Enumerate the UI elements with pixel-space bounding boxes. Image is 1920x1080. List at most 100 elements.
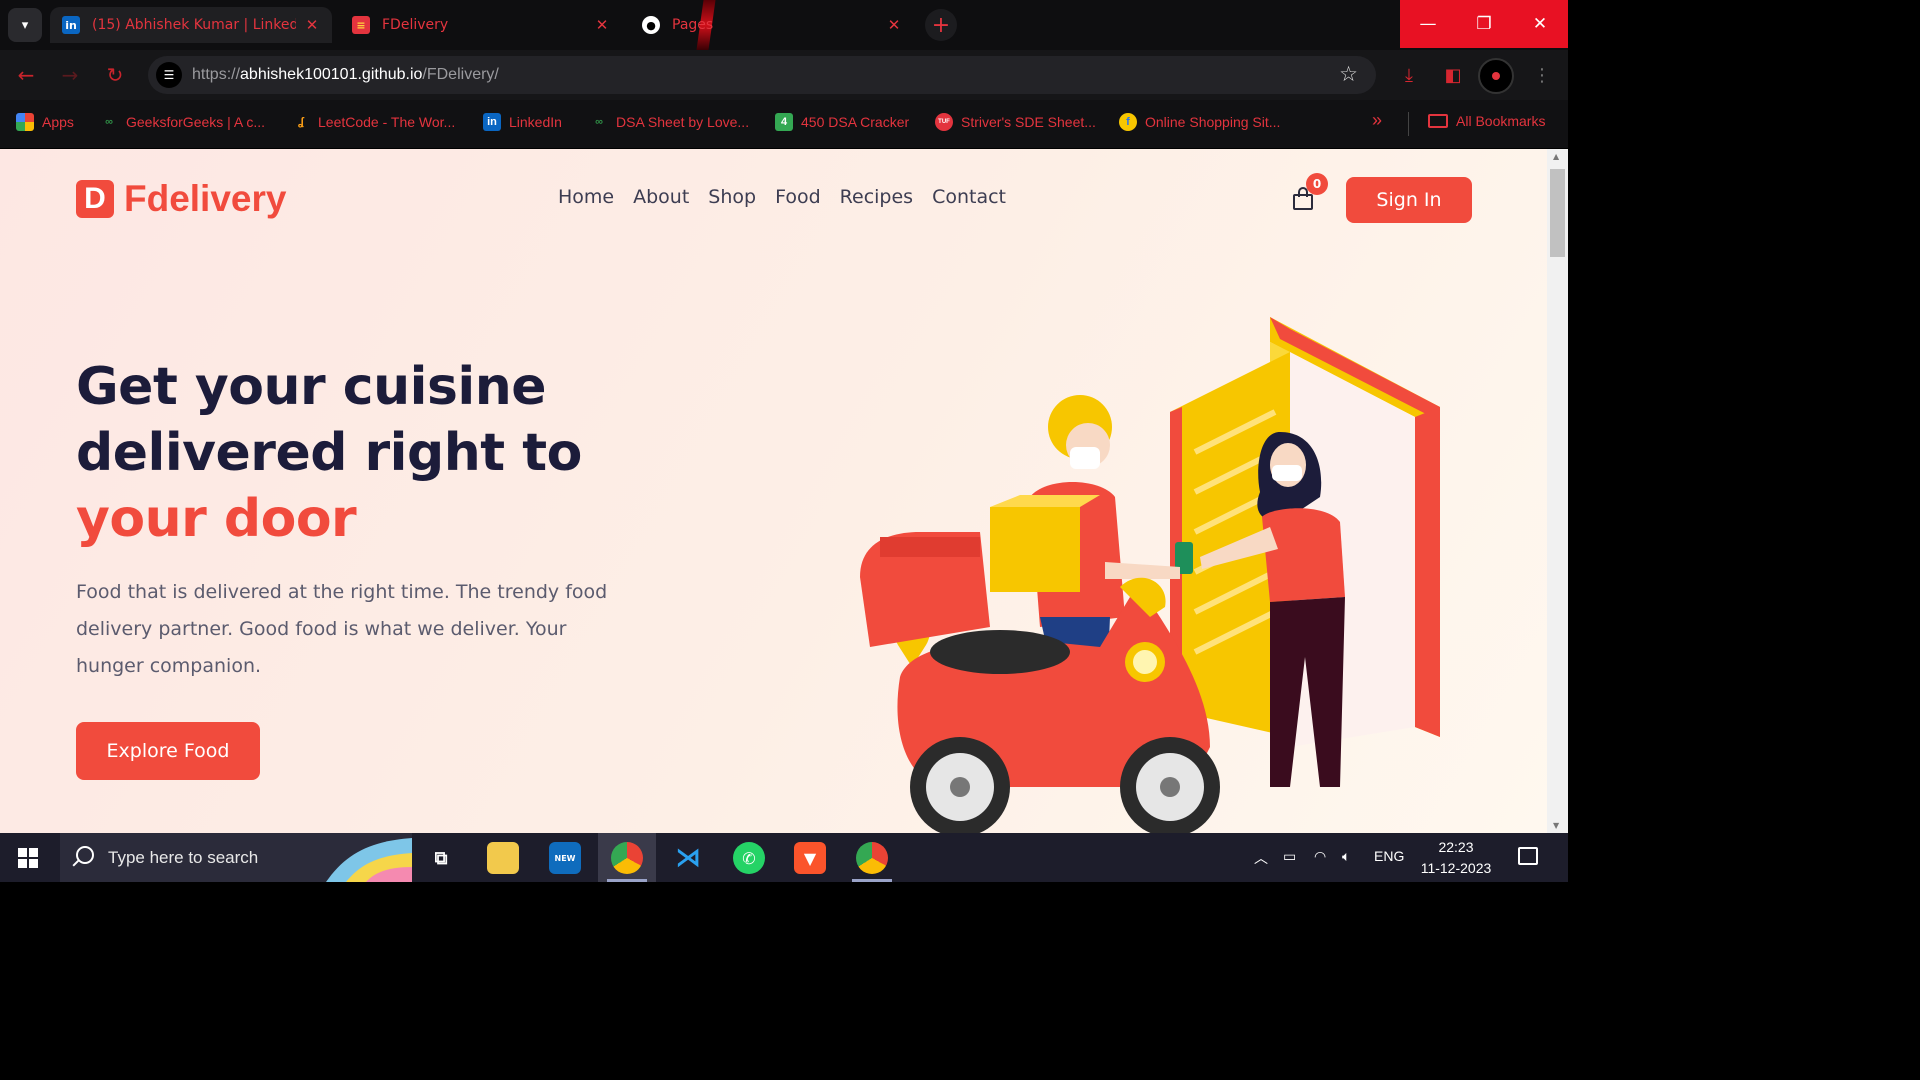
bookmark-flipkart[interactable]: f Online Shopping Sit... (1119, 113, 1280, 131)
tuf-icon: TUF (935, 113, 953, 131)
hero-description: Food that is delivered at the right time… (76, 581, 608, 677)
chrome-icon[interactable] (611, 842, 643, 874)
browser-toolbar: ← → ↻ ☰ https://abhishek100101.github.io… (0, 50, 1568, 100)
tab-title: FDelivery (382, 17, 449, 33)
tab-search-button[interactable]: ▾ (8, 8, 42, 42)
github-icon: ● (642, 16, 660, 34)
scroll-up-arrow-icon[interactable]: ▲ (1553, 152, 1559, 161)
vscode-icon[interactable]: ⋊ (672, 842, 704, 874)
flipkart-icon: f (1119, 113, 1137, 131)
volume-icon[interactable]: 🔈︎ (1342, 848, 1350, 865)
close-icon[interactable]: ✕ (304, 16, 320, 34)
bookmark-striver[interactable]: TUF Striver's SDE Sheet... (935, 113, 1096, 131)
bookmark-star-icon[interactable]: ☆ (1339, 62, 1358, 86)
reload-icon[interactable]: ↻ (103, 63, 127, 87)
tab-title: Pages (672, 17, 714, 33)
nav-food[interactable]: Food (775, 186, 821, 208)
search-placeholder: Type here to search (108, 848, 259, 867)
download-icon[interactable]: ⤓ (1397, 63, 1421, 87)
notification-icon[interactable] (1518, 847, 1538, 865)
main-nav: Home About Shop Food Recipes Contact (558, 186, 1006, 208)
running-app-indicator (852, 879, 892, 882)
back-arrow-icon[interactable]: ← (14, 63, 38, 87)
tab-fdelivery[interactable]: ≡ FDelivery ✕ (340, 7, 622, 43)
show-hidden-icons-chevron-icon[interactable]: ︿ (1254, 848, 1268, 868)
browser-tab-strip: ▾ in (15) Abhishek Kumar | LinkedIn ✕ ≡ … (0, 0, 1568, 50)
close-window-button[interactable]: ✕ (1512, 0, 1568, 48)
nav-contact[interactable]: Contact (932, 186, 1006, 208)
forward-arrow-icon[interactable]: → (58, 63, 82, 87)
bookmark-450-dsa[interactable]: 4 450 DSA Cracker (775, 113, 909, 131)
close-icon[interactable]: ✕ (886, 16, 902, 34)
scroll-down-arrow-icon[interactable]: ▼ (1553, 821, 1559, 830)
nav-about[interactable]: About (633, 186, 689, 208)
nav-recipes[interactable]: Recipes (840, 186, 913, 208)
bookmark-apps[interactable]: Apps (16, 113, 74, 131)
web-page: D Fdelivery Home About Shop Food Recipes… (0, 149, 1547, 833)
hero-accent: your door (76, 489, 357, 549)
bookmark-linkedin[interactable]: in LinkedIn (483, 113, 562, 131)
brave-icon[interactable]: ▼ (794, 842, 826, 874)
bookmark-leetcode[interactable]: ʆ LeetCode - The Wor... (292, 113, 455, 131)
linkedin-icon: in (62, 16, 80, 34)
bookmark-divider (1408, 112, 1409, 136)
nav-shop[interactable]: Shop (708, 186, 756, 208)
chrome-profile-icon[interactable] (856, 842, 888, 874)
address-bar[interactable]: ☰ https://abhishek100101.github.io/FDeli… (148, 56, 1376, 94)
logo-name: Fdelivery (124, 178, 287, 219)
restore-button[interactable]: ❐ (1456, 0, 1512, 48)
cart-count-badge: 0 (1306, 173, 1328, 195)
task-view-icon[interactable]: ⧉ (425, 842, 457, 874)
whatsapp-icon[interactable]: ✆ (733, 842, 765, 874)
scrollbar-thumb[interactable] (1550, 169, 1565, 257)
gfg-icon: ∞ (595, 116, 603, 128)
taskbar-search-box[interactable]: Type here to search (60, 833, 412, 882)
side-panel-icon[interactable]: ◧ (1441, 63, 1465, 87)
tab-linkedin[interactable]: in (15) Abhishek Kumar | LinkedIn ✕ (50, 7, 332, 43)
site-info-icon[interactable]: ☰ (156, 62, 182, 88)
more-bookmarks-button[interactable]: » (1372, 110, 1382, 131)
hero-line-1: Get your cuisine (76, 357, 547, 417)
new-tab-button[interactable]: + (925, 9, 957, 41)
clock-date: 11-12-2023 (1420, 860, 1492, 876)
minimize-button[interactable]: — (1400, 0, 1456, 48)
nav-home[interactable]: Home (558, 186, 614, 208)
bookmark-geeksforgeeks[interactable]: ∞ GeeksforGeeks | A c... (100, 113, 265, 131)
search-icon (76, 846, 94, 864)
number-four-icon: 4 (775, 113, 793, 131)
tab-github-pages[interactable]: ● Pages ✕ (630, 7, 914, 43)
bookmarks-bar: Apps ∞ GeeksforGeeks | A c... ʆ LeetCode… (0, 100, 1568, 148)
page-scrollbar[interactable]: ▲ ▼ (1547, 149, 1568, 833)
fries-icon: ≡ (352, 16, 370, 34)
linkedin-icon: in (483, 113, 501, 131)
system-clock[interactable]: 22:23 11-12-2023 (1418, 837, 1494, 879)
explore-food-button[interactable]: Explore Food (76, 722, 260, 780)
windows-start-button[interactable] (18, 848, 38, 868)
file-explorer-icon[interactable] (487, 842, 519, 874)
url-text[interactable]: https://abhishek100101.github.io/FDelive… (192, 66, 499, 84)
apps-grid-icon (16, 113, 34, 131)
close-icon[interactable]: ✕ (594, 16, 610, 34)
wifi-icon[interactable]: ◠ (1314, 848, 1326, 865)
bookmark-dsa-sheet[interactable]: ∞ DSA Sheet by Love... (590, 113, 749, 131)
window-controls: — ❐ ✕ (1400, 0, 1568, 48)
hero-line-2: delivered right to (76, 423, 582, 483)
search-highlight-art (326, 838, 412, 882)
delivery-illustration (860, 317, 1440, 833)
sign-in-button[interactable]: Sign In (1346, 177, 1472, 223)
all-bookmarks-button[interactable]: All Bookmarks (1428, 113, 1545, 129)
gfg-icon: ∞ (105, 116, 113, 128)
site-logo[interactable]: D Fdelivery (76, 178, 286, 220)
profile-avatar[interactable] (1478, 58, 1514, 94)
battery-icon[interactable]: ▭ (1283, 848, 1296, 865)
folder-icon (1428, 114, 1448, 128)
language-indicator[interactable]: ENG (1374, 848, 1404, 864)
outlook-icon[interactable]: NEW (549, 842, 581, 874)
tab-title: (15) Abhishek Kumar | LinkedIn (92, 17, 296, 33)
leetcode-icon: ʆ (298, 116, 304, 128)
logo-mark: D (76, 180, 114, 218)
active-app-indicator (607, 879, 647, 882)
more-menu-icon[interactable]: ⋮ (1530, 63, 1554, 87)
hero-heading: Get your cuisine delivered right to your… (76, 354, 696, 552)
clock-time: 22:23 (1438, 839, 1474, 855)
